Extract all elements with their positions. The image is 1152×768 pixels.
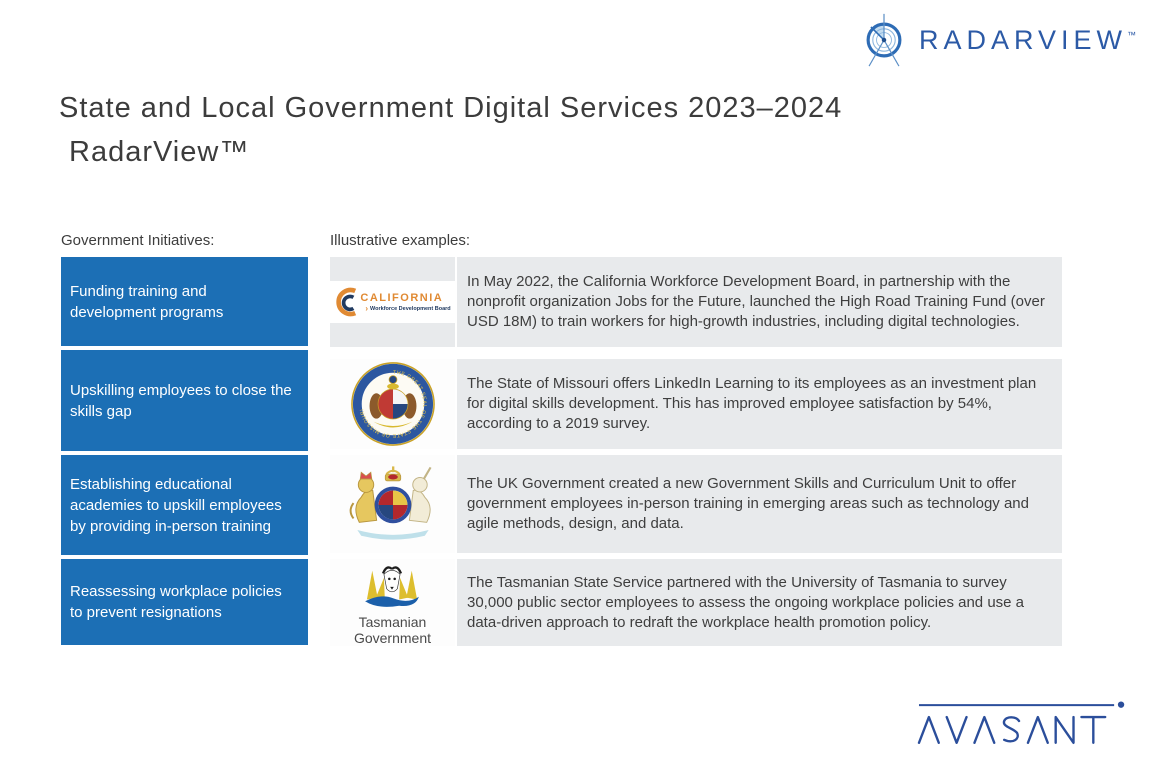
example-row-uk: The UK Government created a new Governme… [330, 455, 1062, 553]
initiative-label: Establishing educational academies to up… [70, 475, 282, 535]
example-text: In May 2022, the California Workforce De… [467, 273, 1045, 330]
california-logo-title: CALIFORNIA [360, 291, 444, 304]
initiative-box-funding: Funding training and development program… [61, 257, 308, 346]
missouri-state-seal-logo: THE GREAT SEAL OF THE STATE OF MISSOURI [350, 362, 435, 446]
tasmanian-government-logo: Tasmanian Government [354, 560, 431, 646]
page-title: State and Local Government Digital Servi… [59, 86, 842, 174]
uk-royal-coat-of-arms-logo [349, 466, 431, 540]
radar-icon [866, 13, 902, 67]
tasmanian-logo-text-line2: Government [353, 629, 432, 646]
example-row-tasmania: Tasmanian Government The Tasmanian State… [330, 559, 1062, 646]
example-row-california: CALIFORNIA › Workforce Development Board… [328, 257, 1062, 347]
page-title-line1: State and Local Government Digital Servi… [59, 92, 843, 124]
tasmanian-logo-text-line1: Tasmanian [358, 613, 427, 630]
example-text-cell: The State of Missouri offers LinkedIn Le… [455, 359, 1062, 449]
avasant-logo: AVASANT [917, 697, 1127, 754]
initiative-label: Funding training and development program… [70, 282, 224, 321]
california-c-mark-icon [336, 287, 357, 317]
radarview-logo: RADARVIEW™ [856, 12, 1136, 68]
initiative-box-upskilling: Upskilling employees to close the skills… [61, 350, 308, 451]
chevron-right-icon: › [365, 303, 369, 313]
example-logo-cell: CALIFORNIA › Workforce Development Board [328, 257, 457, 347]
initiative-box-workplace-policies: Reassessing workplace policies to preven… [61, 559, 308, 645]
examples-heading: Illustrative examples: [330, 232, 471, 249]
avasant-wordmark [917, 701, 1125, 744]
example-row-missouri: THE GREAT SEAL OF THE STATE OF MISSOURI … [330, 359, 1062, 449]
page-title-line2: RadarView™ [69, 136, 250, 168]
example-text: The State of Missouri offers LinkedIn Le… [467, 375, 1037, 432]
example-text-cell: In May 2022, the California Workforce De… [455, 257, 1062, 347]
radarview-wordmark-text: RADARVIEW [918, 24, 1127, 55]
example-logo-cell: Tasmanian Government [330, 559, 455, 646]
initiatives-column: Government Initiatives: Funding training… [61, 232, 308, 645]
initiative-label: Reassessing workplace policies to preven… [70, 583, 282, 621]
radarview-trademark: ™ [1127, 29, 1136, 40]
example-logo-cell: THE GREAT SEAL OF THE STATE OF MISSOURI [330, 359, 455, 449]
example-logo-cell [330, 455, 455, 553]
examples-column: Illustrative examples: CALIFORNIA › Work… [328, 232, 1062, 646]
initiative-box-academies: Establishing educational academies to up… [61, 455, 308, 555]
california-logo-subtitle: Workforce Development Board [370, 305, 451, 312]
example-text-cell: The Tasmanian State Service partnered wi… [455, 559, 1062, 646]
example-text-cell: The UK Government created a new Governme… [455, 455, 1062, 553]
example-text: The UK Government created a new Governme… [467, 475, 1029, 532]
california-wdb-logo: CALIFORNIA › Workforce Development Board [328, 281, 457, 323]
initiatives-heading: Government Initiatives: [61, 232, 215, 249]
tasmanian-thylacine-icon [365, 565, 420, 607]
radarview-wordmark: RADARVIEW™ [919, 25, 1136, 56]
example-text: The Tasmanian State Service partnered wi… [467, 573, 1025, 631]
initiative-label: Upskilling employees to close the skills… [70, 381, 292, 420]
slide: RADARVIEW™ State and Local Government Di… [0, 0, 1152, 768]
